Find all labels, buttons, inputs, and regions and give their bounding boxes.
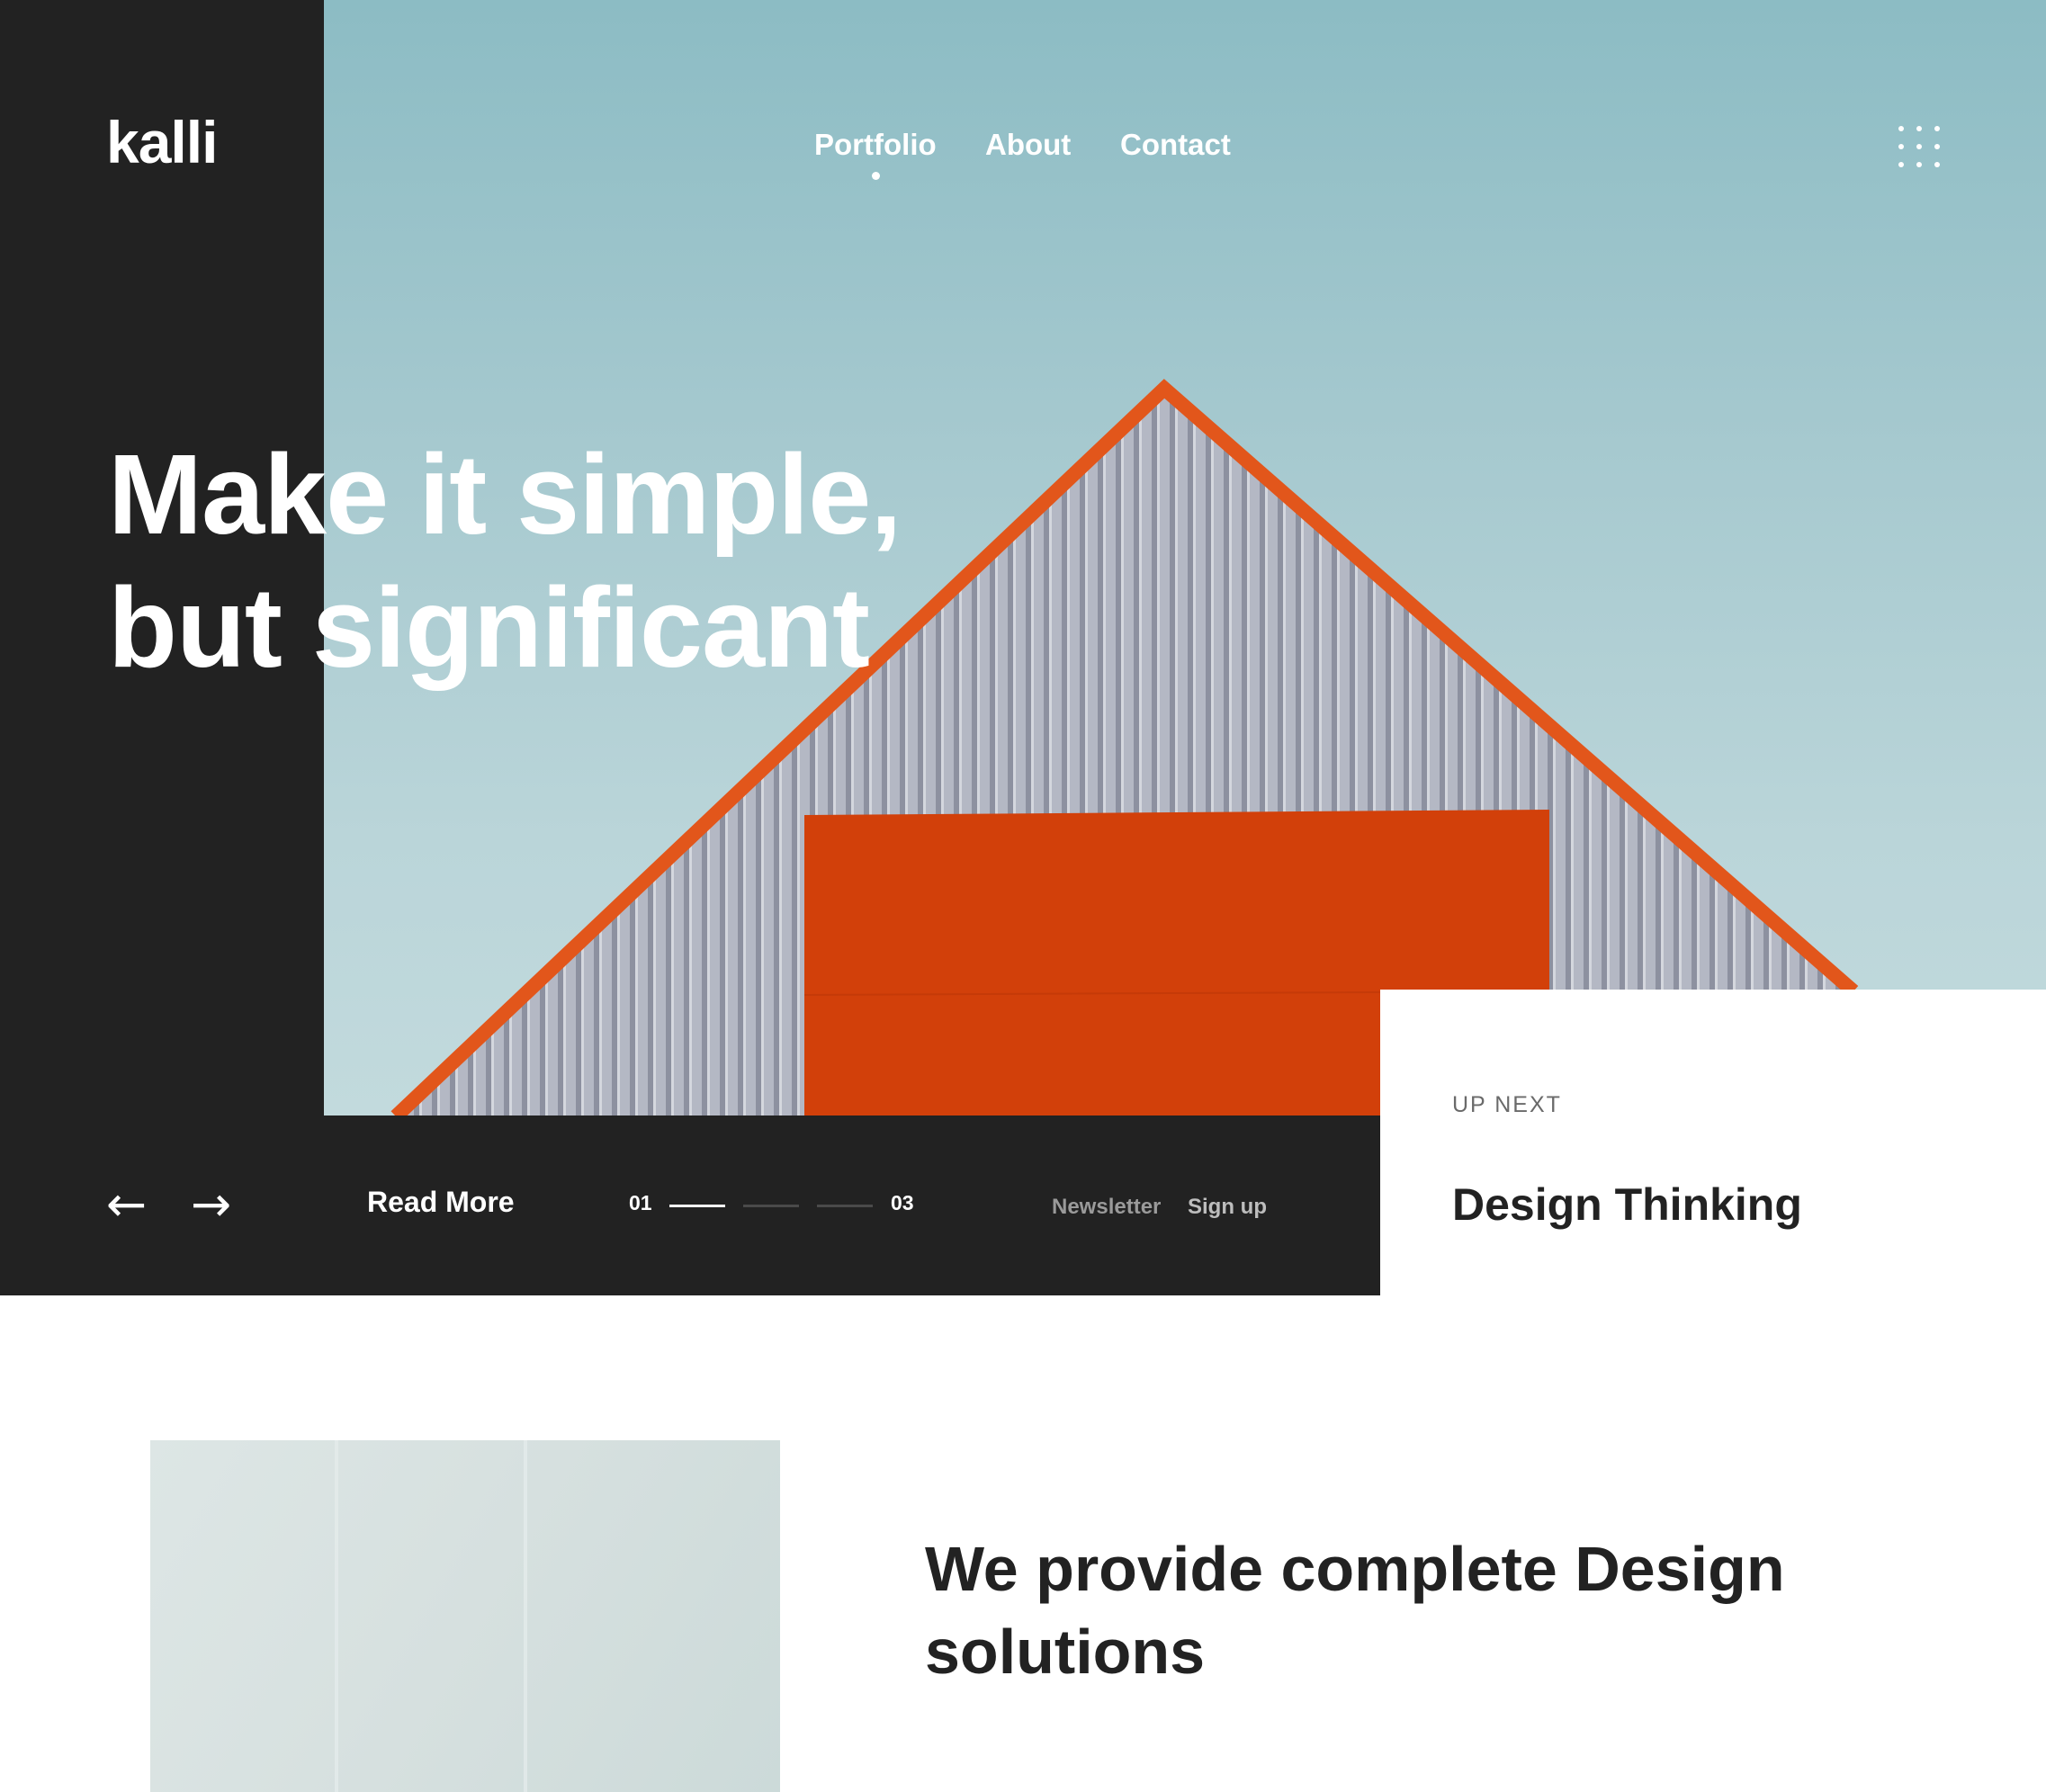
nav-about[interactable]: About	[985, 128, 1071, 162]
signup-link[interactable]: Sign up	[1188, 1195, 1267, 1220]
progress-segment[interactable]	[743, 1205, 799, 1207]
progress-segment[interactable]	[817, 1205, 873, 1207]
nav-portfolio[interactable]: Portfolio	[814, 128, 937, 162]
logo[interactable]: kalli	[106, 108, 218, 176]
about-image	[150, 1440, 780, 1792]
up-next-card[interactable]	[1380, 990, 2046, 1295]
up-next-title[interactable]: Design Thinking	[1452, 1178, 1802, 1231]
up-next-label: UP NEXT	[1452, 1092, 1562, 1117]
slide-current: 01	[629, 1191, 652, 1214]
about-image-texture	[335, 1440, 527, 1792]
newsletter-label: Newsletter	[1052, 1195, 1162, 1219]
active-indicator	[872, 172, 880, 180]
arrow-right-icon[interactable]: →	[191, 1180, 231, 1229]
hero-headline-line2: but significant	[108, 564, 870, 691]
hero-headline-line1: Make it simple,	[108, 431, 902, 558]
read-more-link[interactable]: Read More	[367, 1186, 515, 1219]
grid-dots-icon[interactable]	[1898, 126, 1940, 167]
about-heading: We provide complete Design solutions	[925, 1534, 1785, 1687]
nav-contact[interactable]: Contact	[1120, 128, 1231, 162]
progress-segment[interactable]	[669, 1205, 725, 1207]
arrow-left-icon[interactable]: ←	[106, 1180, 147, 1229]
slide-total: 03	[891, 1191, 914, 1214]
